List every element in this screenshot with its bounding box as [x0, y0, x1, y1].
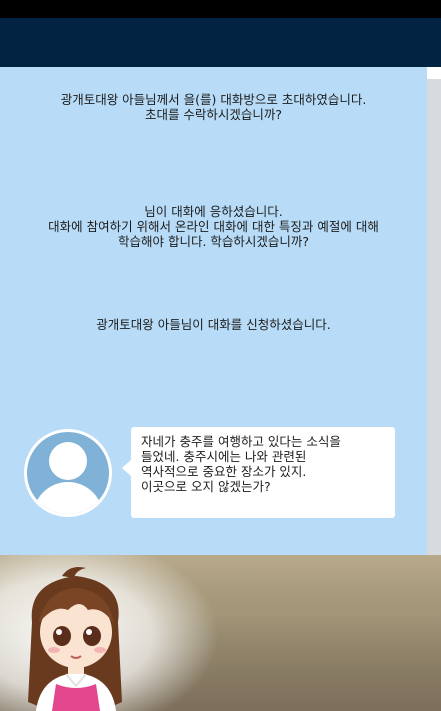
- accept-message[interactable]: 님이 대화에 응하셨습니다. 대화에 참여하기 위해서 온라인 대화에 대한 특…: [0, 204, 427, 249]
- chat-area[interactable]: 광개토대왕 아들님께서 을(를) 대화방으로 초대하였습니다. 초대를 수락하시…: [0, 67, 427, 555]
- user-avatar-icon[interactable]: [24, 429, 112, 517]
- girl-character-icon: [28, 567, 122, 711]
- title-bar: [0, 18, 441, 67]
- chat-bubble: 자네가 충주를 여행하고 있다는 소식을 들었네. 충주시에는 나와 관련된 역…: [131, 427, 395, 518]
- status-bar: [0, 0, 441, 18]
- scrollbar-thumb[interactable]: [427, 79, 441, 555]
- invite-message[interactable]: 광개토대왕 아들님께서 을(를) 대화방으로 초대하였습니다. 초대를 수락하시…: [0, 92, 427, 122]
- request-message[interactable]: 광개토대왕 아들님이 대화를 신청하셨습니다.: [0, 317, 427, 332]
- bubble-message: 자네가 충주를 여행하고 있다는 소식을 들었네. 충주시에는 나와 관련된 역…: [141, 434, 341, 494]
- chat-scrollbar[interactable]: [427, 67, 441, 555]
